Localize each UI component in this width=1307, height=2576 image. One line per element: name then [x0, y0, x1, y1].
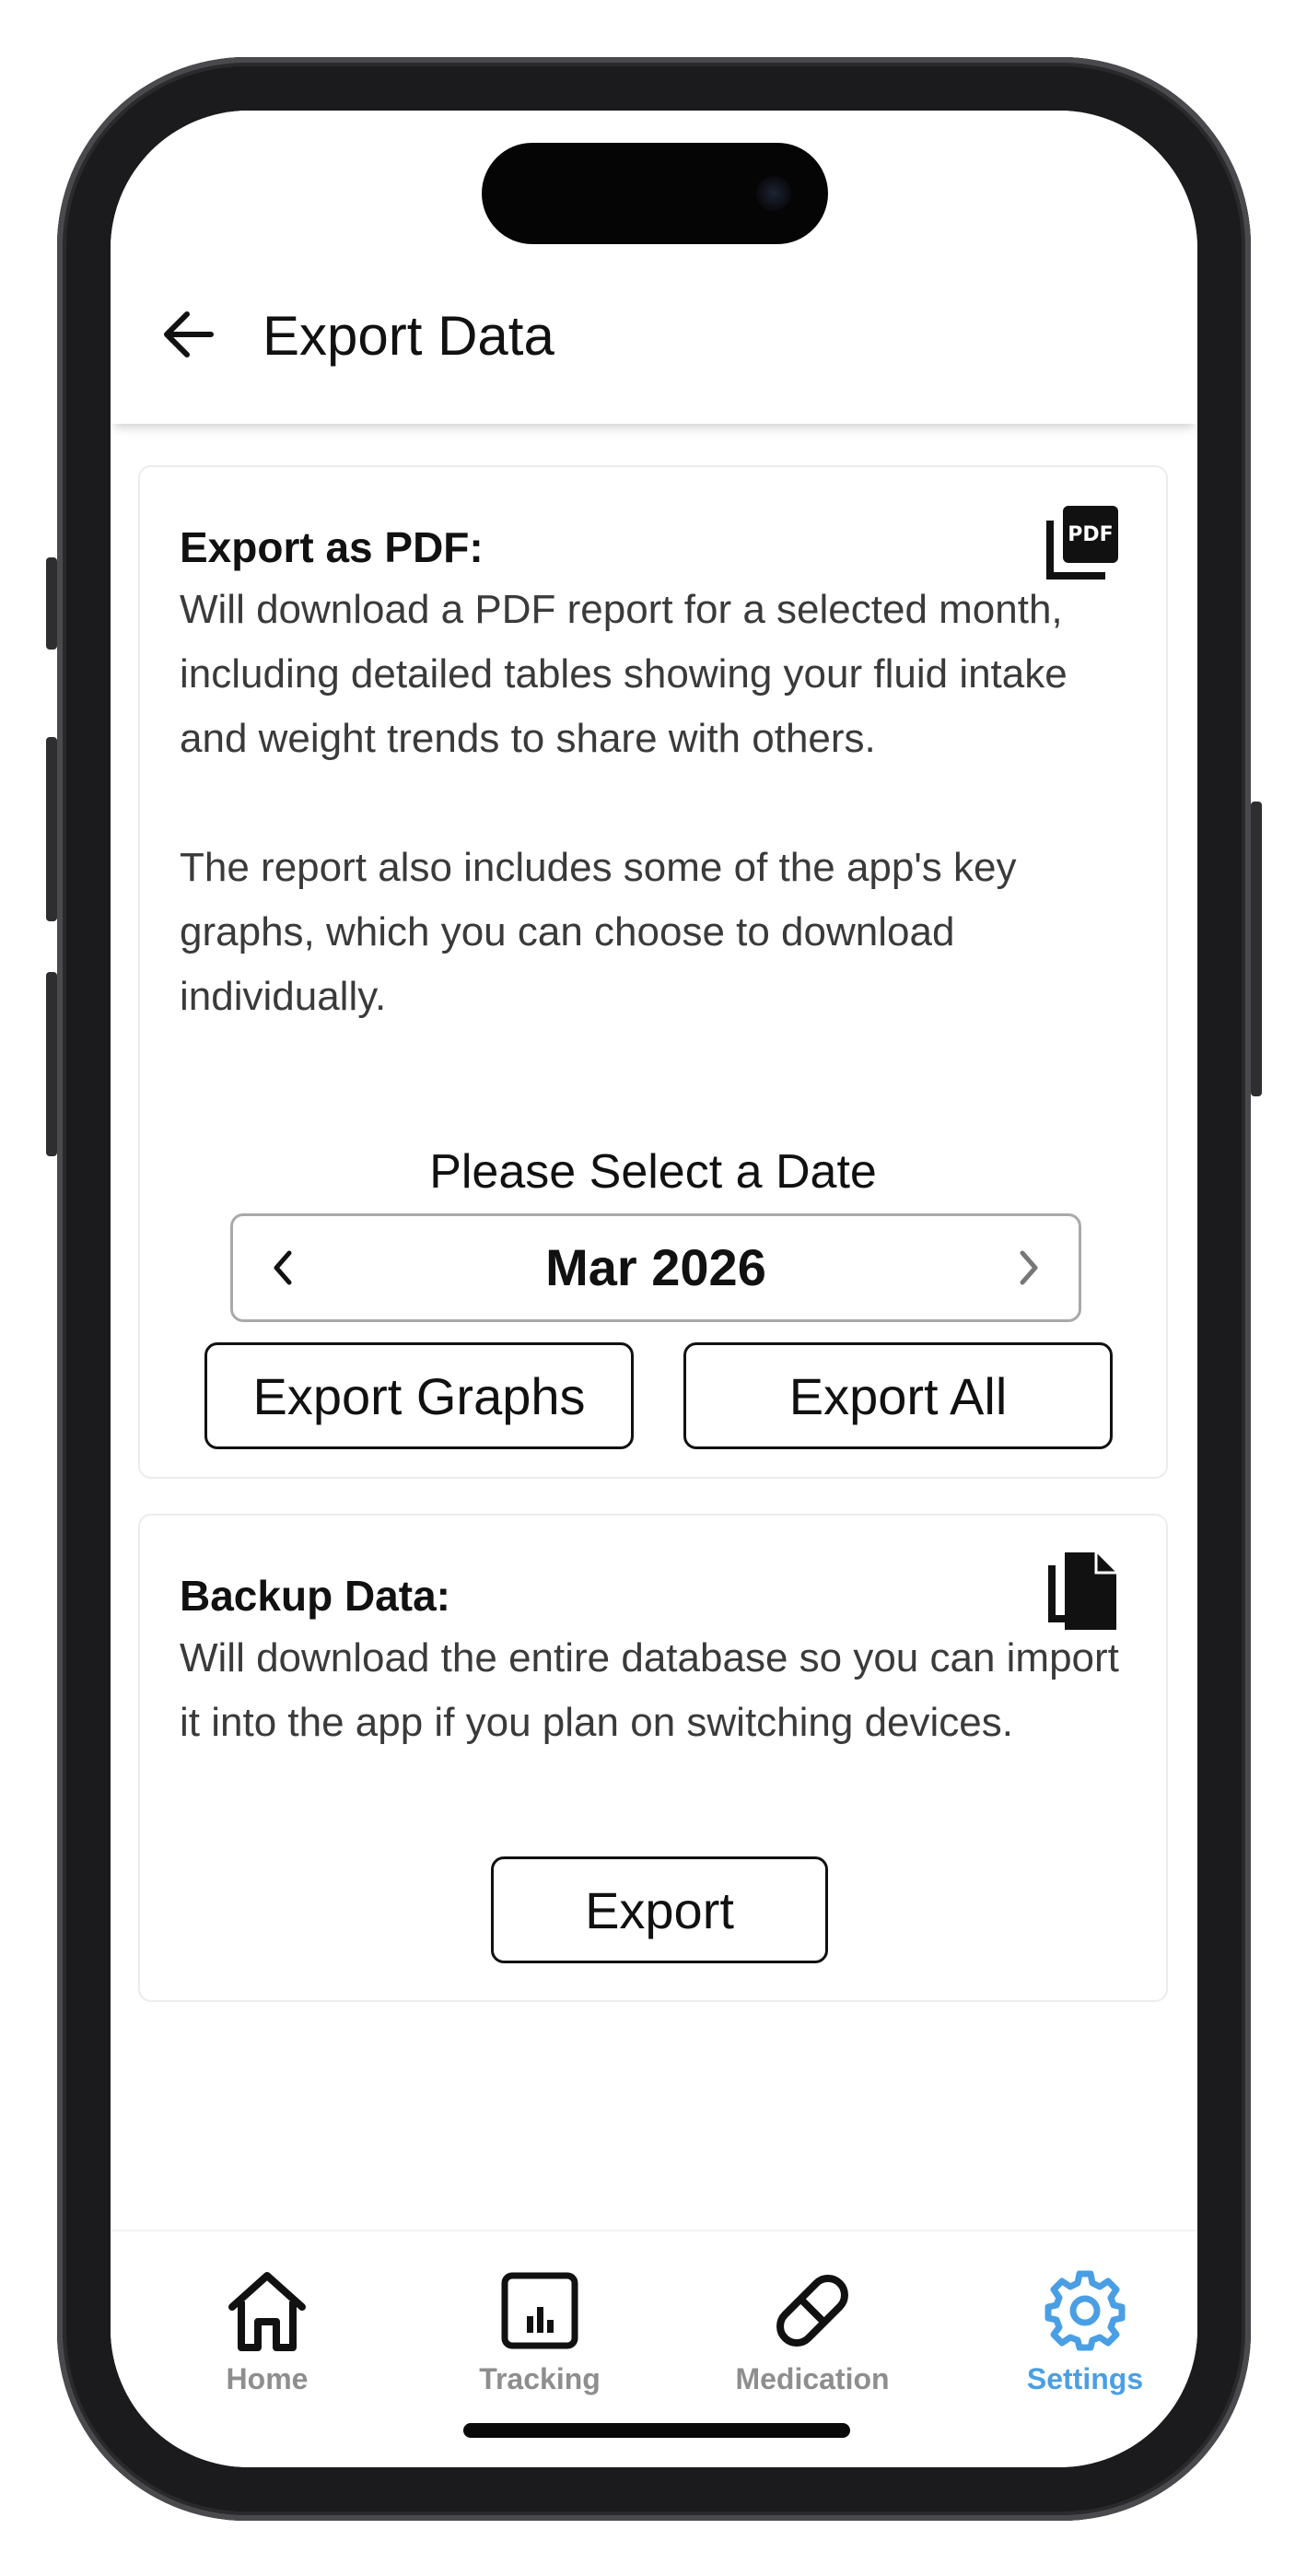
page-title: Export Data — [263, 305, 554, 367]
tab-home-label: Home — [226, 2362, 309, 2395]
action-button — [46, 557, 57, 650]
chevron-right-icon — [1020, 1250, 1038, 1285]
tab-tracking-label: Tracking — [479, 2362, 601, 2395]
backup-data-card: Backup Data: Will download the entire da… — [138, 1514, 1168, 2002]
camera-lens — [756, 176, 791, 211]
volume-down-button — [46, 972, 57, 1156]
tab-medication[interactable]: Medication — [720, 2265, 904, 2403]
tab-tracking[interactable]: Tracking — [448, 2265, 632, 2403]
pdf-file-icon: PDF — [1044, 504, 1120, 586]
copy-file-icon — [1046, 1552, 1120, 1636]
export-graphs-button[interactable]: Export Graphs — [204, 1342, 634, 1449]
month-picker[interactable]: Mar 2026 — [230, 1213, 1081, 1322]
export-pdf-description: Will download a PDF report for a selecte… — [180, 587, 1068, 1019]
export-all-button[interactable]: Export All — [683, 1342, 1113, 1449]
next-month-button[interactable] — [977, 1216, 1079, 1319]
date-select-label: Please Select a Date — [429, 1145, 877, 1199]
selected-month: Mar 2026 — [545, 1238, 766, 1296]
home-icon — [221, 2265, 313, 2357]
arrow-left-icon — [164, 311, 214, 357]
tab-settings[interactable]: Settings — [993, 2265, 1177, 2403]
backup-export-button[interactable]: Export — [491, 1856, 828, 1963]
app-screen: Export Data Export as PDF: PDF Will down… — [111, 111, 1197, 2467]
chart-icon — [494, 2265, 586, 2357]
tab-settings-label: Settings — [1026, 2362, 1144, 2395]
home-indicator[interactable] — [463, 2423, 850, 2438]
backup-data-description: Will download the entire database so you… — [180, 1635, 1119, 1745]
export-pdf-card: Export as PDF: PDF Will download a PDF r… — [138, 465, 1168, 1479]
volume-up-button — [46, 737, 57, 921]
backup-data-title: Backup Data: — [180, 1572, 450, 1620]
tab-medication-label: Medication — [735, 2362, 890, 2395]
pdf-icon-text: PDF — [1068, 523, 1113, 546]
export-pdf-title: Export as PDF: — [180, 523, 484, 571]
power-button — [1251, 802, 1262, 1096]
back-button[interactable] — [157, 302, 221, 367]
pill-icon — [766, 2265, 858, 2357]
dynamic-island — [482, 143, 828, 244]
tab-home[interactable]: Home — [175, 2265, 359, 2403]
gear-icon — [1039, 2265, 1131, 2357]
